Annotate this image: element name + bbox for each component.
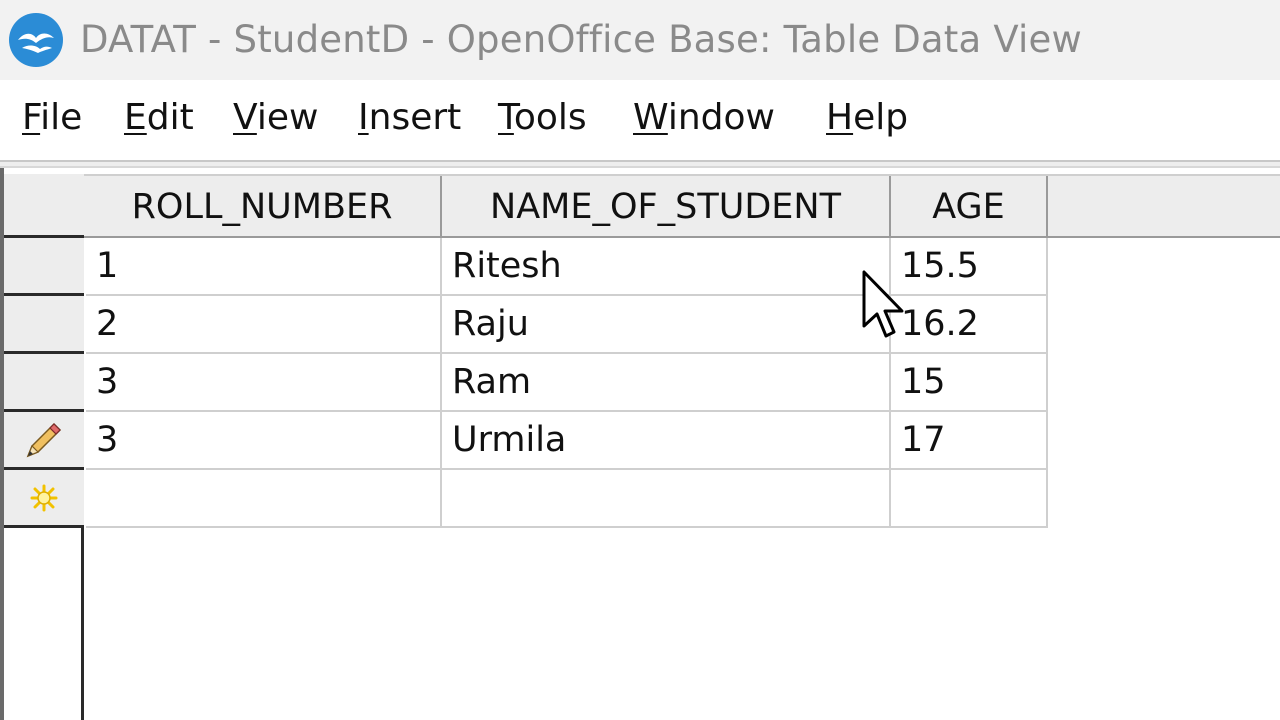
menu-separator — [0, 160, 1280, 168]
openoffice-gull-icon — [9, 13, 63, 67]
menu-window[interactable]: Window — [633, 97, 775, 138]
menu-bar: File Edit View Insert Tools Window Help — [0, 80, 1280, 162]
cell-roll-number-new[interactable] — [86, 470, 442, 528]
row-selector-4[interactable] — [4, 412, 84, 470]
table-data-grid[interactable]: ROLL_NUMBER NAME_OF_STUDENT AGE 1 Ritesh… — [0, 168, 1280, 720]
column-header-age[interactable]: AGE — [891, 176, 1048, 238]
row-selector-2[interactable] — [4, 296, 84, 354]
cell-roll-number[interactable]: 3 — [86, 354, 442, 412]
column-header-roll-number[interactable]: ROLL_NUMBER — [84, 176, 442, 238]
cell-name-of-student[interactable]: Ritesh — [442, 238, 891, 296]
menu-file[interactable]: File — [22, 97, 82, 138]
row-selector-3[interactable] — [4, 354, 84, 412]
column-header-name-of-student[interactable]: NAME_OF_STUDENT — [442, 176, 891, 238]
menu-help[interactable]: Help — [826, 97, 908, 138]
cell-name-of-student-new[interactable] — [442, 470, 891, 528]
menu-edit[interactable]: Edit — [124, 97, 194, 138]
cell-name-of-student[interactable]: Ram — [442, 354, 891, 412]
cell-roll-number[interactable]: 3 — [86, 412, 442, 470]
cell-age-new[interactable] — [891, 470, 1048, 528]
pencil-icon — [26, 422, 62, 457]
grid-corner-cell[interactable] — [4, 174, 84, 238]
menu-insert[interactable]: Insert — [358, 97, 461, 138]
cell-age[interactable]: 17 — [891, 412, 1048, 470]
cell-age[interactable]: 15 — [891, 354, 1048, 412]
cell-age[interactable]: 16.2 — [891, 296, 1048, 354]
column-header-row: ROLL_NUMBER NAME_OF_STUDENT AGE — [84, 174, 1280, 238]
window-title: DATAT - StudentD - OpenOffice Base: Tabl… — [80, 18, 1082, 61]
cell-roll-number[interactable]: 1 — [86, 238, 442, 296]
cell-name-of-student[interactable]: Urmila — [442, 412, 891, 470]
menu-view[interactable]: View — [233, 97, 318, 138]
row-selector-new[interactable] — [4, 470, 84, 528]
cell-name-of-student[interactable]: Raju — [442, 296, 891, 354]
new-record-star-icon — [30, 484, 58, 511]
menu-tools[interactable]: Tools — [498, 97, 587, 138]
title-bar: DATAT - StudentD - OpenOffice Base: Tabl… — [0, 0, 1280, 80]
cell-age[interactable]: 15.5 — [891, 238, 1048, 296]
row-selector-1[interactable] — [4, 238, 84, 296]
cell-roll-number[interactable]: 2 — [86, 296, 442, 354]
